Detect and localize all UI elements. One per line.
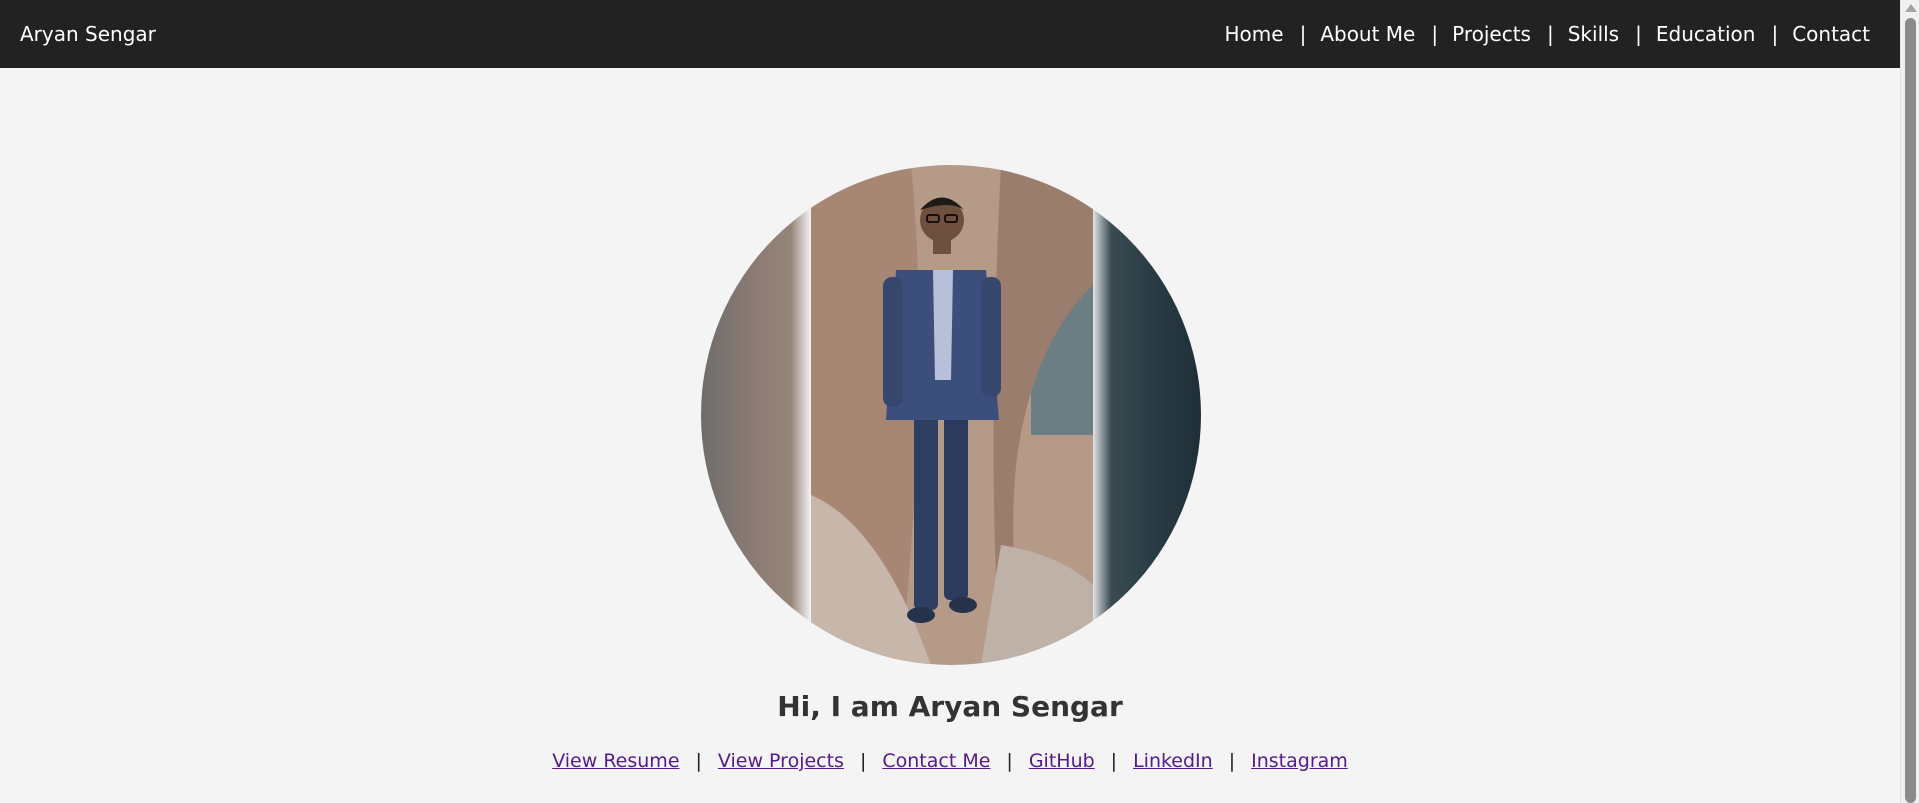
page: Aryan Sengar Home | About Me | Projects … — [0, 0, 1919, 803]
link-separator: | — [1006, 750, 1013, 772]
profile-photo — [701, 165, 1201, 665]
site-brand[interactable]: Aryan Sengar — [20, 22, 156, 46]
hero-links: View Resume | View Projects | Contact Me… — [0, 750, 1900, 772]
view-projects-link[interactable]: View Projects — [718, 750, 844, 772]
link-separator: | — [1228, 750, 1236, 772]
profile-photo-illustration — [811, 165, 1093, 665]
link-separator: | — [859, 750, 867, 772]
nav-link-about-me[interactable]: About Me — [1320, 22, 1415, 46]
vertical-scrollbar[interactable] — [1900, 0, 1919, 803]
link-separator: | — [695, 750, 702, 772]
instagram-link[interactable]: Instagram — [1251, 750, 1348, 772]
nav-link-contact[interactable]: Contact — [1792, 22, 1870, 46]
hero-section: Hi, I am Aryan Sengar View Resume | View… — [0, 68, 1900, 803]
nav-link-education[interactable]: Education — [1656, 22, 1756, 46]
nav-separator: | — [1635, 22, 1642, 46]
nav-separator: | — [1431, 22, 1439, 46]
nav-separator: | — [1771, 22, 1779, 46]
linkedin-link[interactable]: LinkedIn — [1133, 750, 1213, 772]
github-link[interactable]: GitHub — [1029, 750, 1095, 772]
top-navbar: Aryan Sengar Home | About Me | Projects … — [0, 0, 1900, 68]
page-title: Hi, I am Aryan Sengar — [777, 690, 1123, 723]
nav-links: Home | About Me | Projects | Skills | Ed… — [1225, 22, 1871, 46]
nav-link-projects[interactable]: Projects — [1452, 22, 1531, 46]
view-resume-link[interactable]: View Resume — [552, 750, 679, 772]
nav-separator: | — [1546, 22, 1554, 46]
link-separator: | — [1110, 750, 1118, 772]
scroll-up-arrow-icon[interactable] — [1905, 4, 1917, 12]
nav-separator: | — [1299, 22, 1307, 46]
contact-me-link[interactable]: Contact Me — [882, 750, 990, 772]
nav-link-home[interactable]: Home — [1225, 22, 1284, 46]
nav-link-skills[interactable]: Skills — [1568, 22, 1619, 46]
scrollbar-thumb[interactable] — [1905, 18, 1916, 803]
